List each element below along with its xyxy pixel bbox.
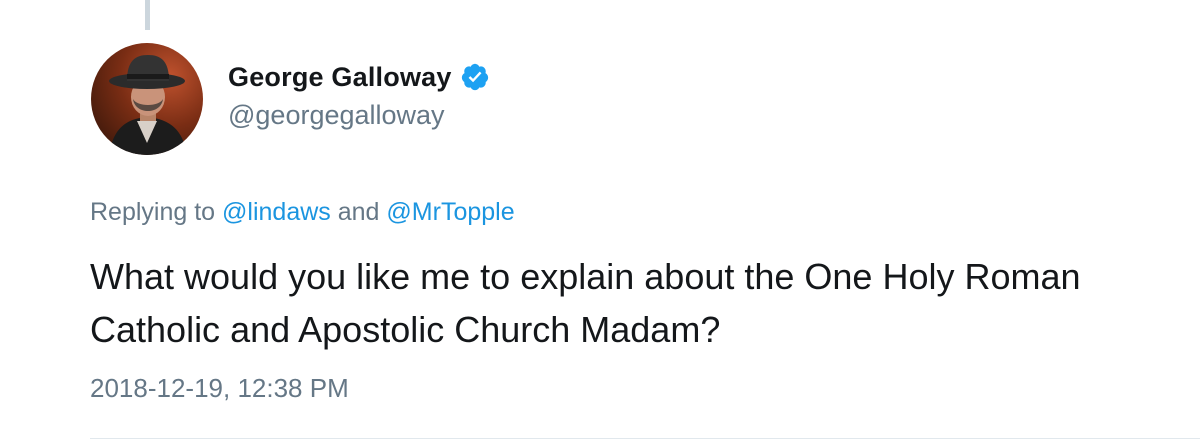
tweet-author[interactable]: George Galloway @georgegalloway [228, 58, 490, 131]
mention-link-mrtopple[interactable]: @MrTopple [386, 198, 514, 226]
replying-to-conjunction: and [337, 198, 380, 226]
replying-to-line: Replying to @lindaws and @MrTopple [90, 198, 515, 227]
tweet-timestamp[interactable]: 2018-12-19, 12:38 PM [90, 373, 349, 404]
author-name-row: George Galloway [228, 58, 490, 96]
verified-badge-icon [460, 62, 490, 92]
author-display-name[interactable]: George Galloway [228, 62, 452, 93]
tweet-text: What would you like me to explain about … [90, 256, 1081, 350]
thread-connector-line [145, 0, 150, 30]
profile-photo-icon [109, 55, 187, 155]
avatar[interactable] [91, 43, 203, 155]
replying-to-label: Replying to [90, 198, 216, 226]
mention-link-lindaws[interactable]: @lindaws [222, 198, 331, 226]
divider [90, 438, 1200, 439]
author-handle[interactable]: @georgegalloway [228, 100, 490, 131]
